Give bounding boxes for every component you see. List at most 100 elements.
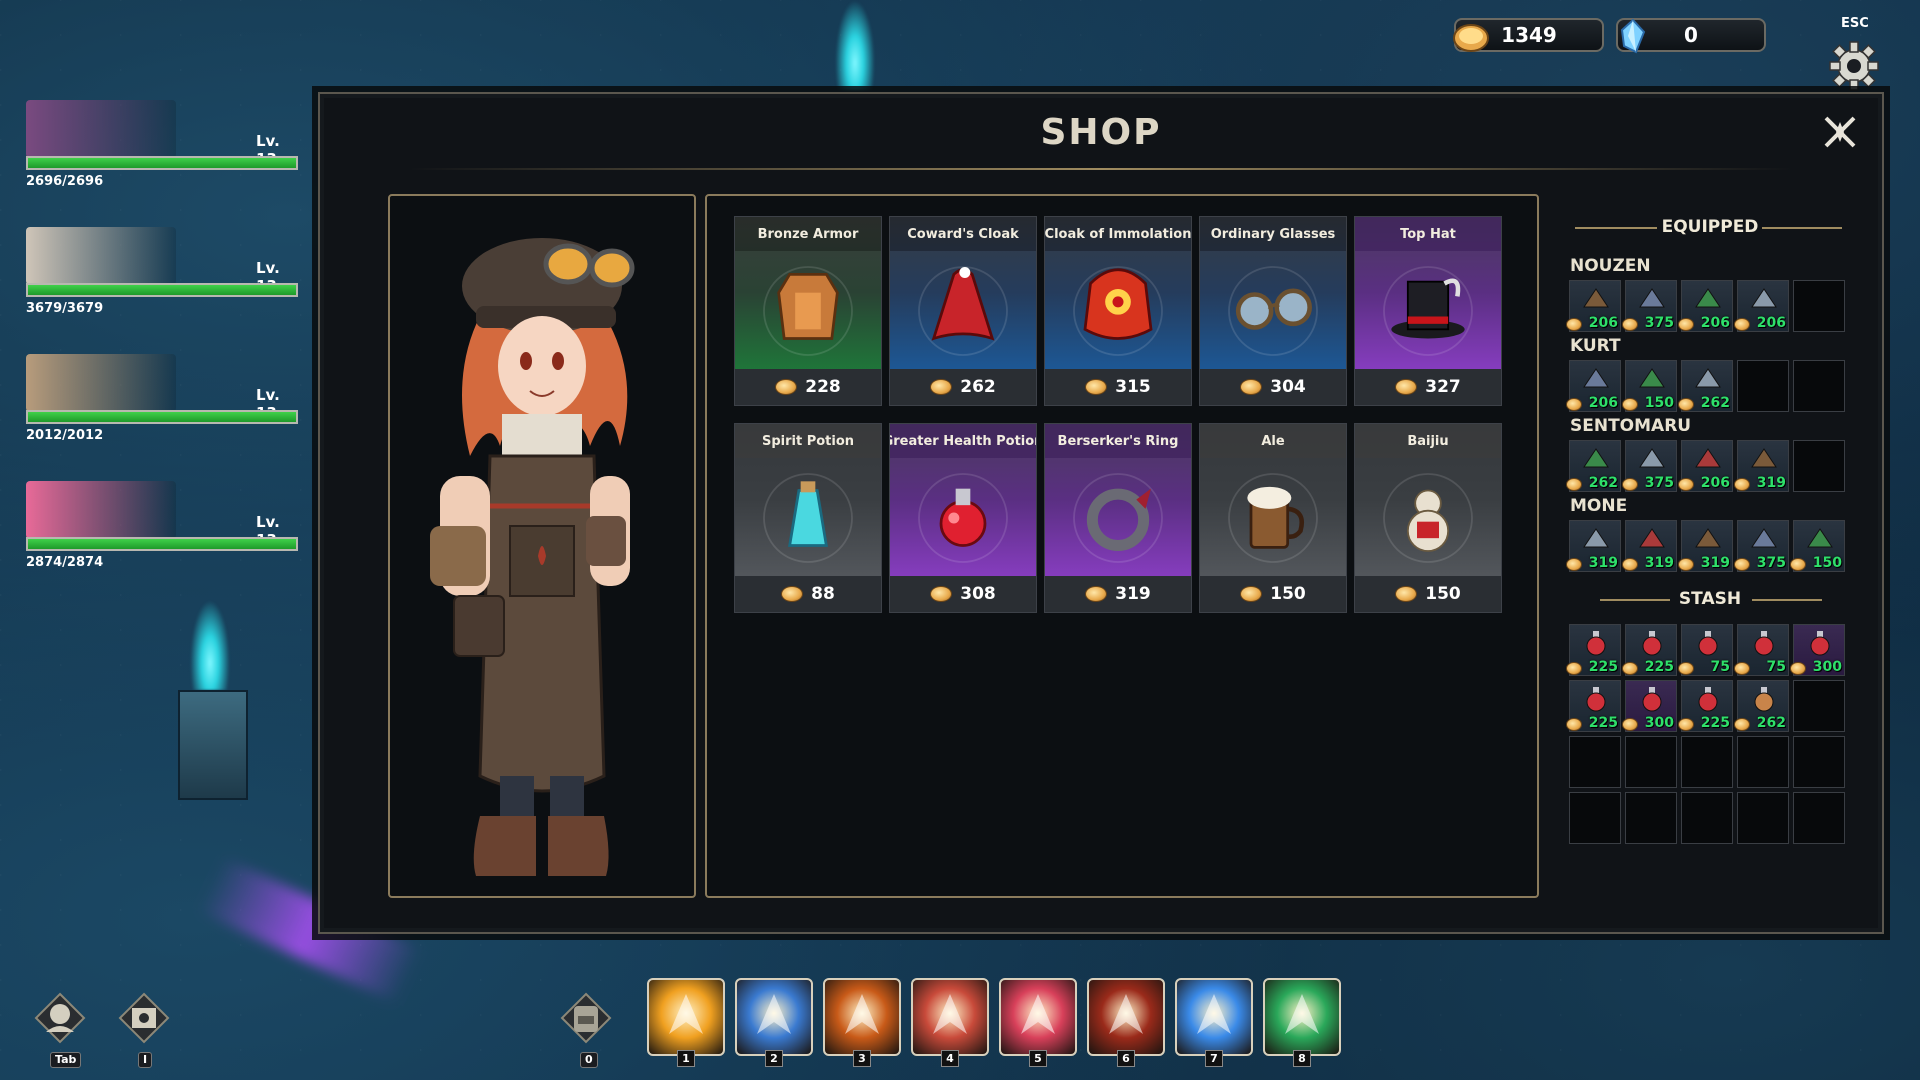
equipped-slot[interactable]: 262 (1678, 360, 1733, 412)
gold-coin-icon (1566, 398, 1582, 411)
hp-bar (26, 156, 298, 170)
stash-slot[interactable] (1737, 792, 1789, 844)
shop-item-card[interactable]: Ordinary Glasses 304 (1199, 216, 1347, 406)
stash-slot[interactable]: 225 (1566, 680, 1621, 732)
equipped-item-icon (1695, 288, 1721, 308)
skill-slot[interactable] (647, 978, 725, 1056)
equipped-slot[interactable]: 262 (1566, 440, 1621, 492)
equipped-slot[interactable]: 150 (1790, 520, 1845, 572)
hp-bar (26, 537, 298, 551)
shop-item-price: 88 (735, 576, 881, 612)
shop-item-card[interactable]: Spirit Potion 88 (734, 423, 882, 613)
equipped-item-price: 150 (1812, 555, 1842, 571)
shop-item-price-value: 304 (1270, 377, 1306, 397)
shop-item-card[interactable]: Greater Health Potion 308 (889, 423, 1037, 613)
bag-button[interactable] (556, 988, 616, 1048)
skill-slot[interactable] (911, 978, 989, 1056)
shop-item-card[interactable]: Coward's Cloak 262 (889, 216, 1037, 406)
gear-icon[interactable] (1826, 38, 1882, 94)
skill-slot[interactable] (1087, 978, 1165, 1056)
shop-item-price: 228 (735, 369, 881, 405)
character-menu-button[interactable] (30, 988, 90, 1048)
party-portrait (26, 100, 176, 158)
stash-slot[interactable]: 225 (1622, 624, 1677, 676)
shop-item-card[interactable]: Baijiu 150 (1354, 423, 1502, 613)
equipped-item-price: 206 (1700, 475, 1730, 491)
party-member[interactable]: Lv. 13 3679/3679 (26, 227, 301, 354)
shop-item-card[interactable]: Cloak of Immolation 315 (1044, 216, 1192, 406)
skill-slot[interactable] (735, 978, 813, 1056)
spirit-potion-icon (763, 473, 853, 563)
potion-icon (1642, 687, 1662, 712)
stash-slot[interactable] (1681, 792, 1733, 844)
party-member[interactable]: Lv. 13 2874/2874 (26, 481, 301, 608)
equipped-item-icon (1751, 288, 1777, 308)
stash-slot[interactable] (1625, 792, 1677, 844)
stash-slot[interactable] (1793, 736, 1845, 788)
stash-slot[interactable] (1569, 792, 1621, 844)
skill-hotkey: 2 (765, 1050, 783, 1067)
stash-slot[interactable]: 225 (1566, 624, 1621, 676)
gold-coin-icon (1734, 318, 1750, 331)
equipped-slot[interactable]: 319 (1566, 520, 1621, 572)
skill-hotkey: 5 (1029, 1050, 1047, 1067)
equipped-slot[interactable]: 319 (1678, 520, 1733, 572)
equipped-slot[interactable] (1793, 440, 1845, 492)
gold-coin-icon (1566, 318, 1582, 331)
stash-slot[interactable]: 225 (1678, 680, 1733, 732)
shop-item-art (890, 251, 1036, 371)
stash-item-price: 300 (1644, 715, 1674, 731)
gold-coin-icon (781, 586, 804, 602)
equipped-slot[interactable] (1737, 360, 1789, 412)
shop-item-card[interactable]: Bronze Armor 228 (734, 216, 882, 406)
stash-slot[interactable]: 262 (1734, 680, 1789, 732)
shop-item-price: 308 (890, 576, 1036, 612)
stash-item-price: 225 (1700, 715, 1730, 731)
stash-slot[interactable] (1569, 736, 1621, 788)
stash-divider-right (1752, 599, 1822, 601)
gold-coin-icon (1678, 398, 1694, 411)
shop-item-card[interactable]: Top Hat 327 (1354, 216, 1502, 406)
war-drum-icon (1109, 994, 1143, 1034)
stash-slot[interactable] (1793, 680, 1845, 732)
equipped-slot[interactable]: 319 (1622, 520, 1677, 572)
skill-slot[interactable] (999, 978, 1077, 1056)
ale-mug-icon (1228, 473, 1318, 563)
stash-slot[interactable]: 75 (1734, 624, 1789, 676)
stash-slot[interactable] (1625, 736, 1677, 788)
gold-coin-icon (1240, 379, 1263, 395)
shop-item-card[interactable]: Ale 150 (1199, 423, 1347, 613)
equipped-slot[interactable]: 206 (1678, 280, 1733, 332)
stash-slot[interactable] (1681, 736, 1733, 788)
stash-slot[interactable] (1793, 792, 1845, 844)
tab-key-label: Tab (50, 1052, 82, 1068)
inventory-menu-button[interactable] (114, 988, 174, 1048)
equipped-slot[interactable]: 206 (1566, 280, 1621, 332)
stash-slot[interactable]: 75 (1678, 624, 1733, 676)
equipped-slot[interactable]: 150 (1622, 360, 1677, 412)
equipped-slot[interactable] (1793, 360, 1845, 412)
close-button[interactable] (1818, 110, 1862, 154)
equipped-slot[interactable]: 206 (1678, 440, 1733, 492)
gold-coin-icon (1678, 718, 1694, 731)
stash-slot[interactable] (1737, 736, 1789, 788)
equipped-slot[interactable] (1793, 280, 1845, 332)
skill-slot[interactable] (1263, 978, 1341, 1056)
equipped-slot[interactable]: 375 (1734, 520, 1789, 572)
stash-slot[interactable]: 300 (1790, 624, 1845, 676)
party-member[interactable]: Lv. 13 2012/2012 (26, 354, 301, 481)
skill-slot[interactable] (823, 978, 901, 1056)
gold-coin-icon (1734, 662, 1750, 675)
equipped-slot[interactable]: 206 (1734, 280, 1789, 332)
party-member[interactable]: Lv. 13 2696/2696 (26, 100, 301, 227)
equipped-slot[interactable]: 375 (1622, 440, 1677, 492)
skill-slot[interactable] (1175, 978, 1253, 1056)
equipped-item-icon (1583, 528, 1609, 548)
equipped-slot[interactable]: 206 (1566, 360, 1621, 412)
equipped-slot[interactable]: 319 (1734, 440, 1789, 492)
equipped-item-icon (1639, 288, 1665, 308)
equipped-slot[interactable]: 375 (1622, 280, 1677, 332)
stash-slot[interactable]: 300 (1622, 680, 1677, 732)
shop-item-card[interactable]: Berserker's Ring 319 (1044, 423, 1192, 613)
shop-item-art (1200, 251, 1346, 371)
